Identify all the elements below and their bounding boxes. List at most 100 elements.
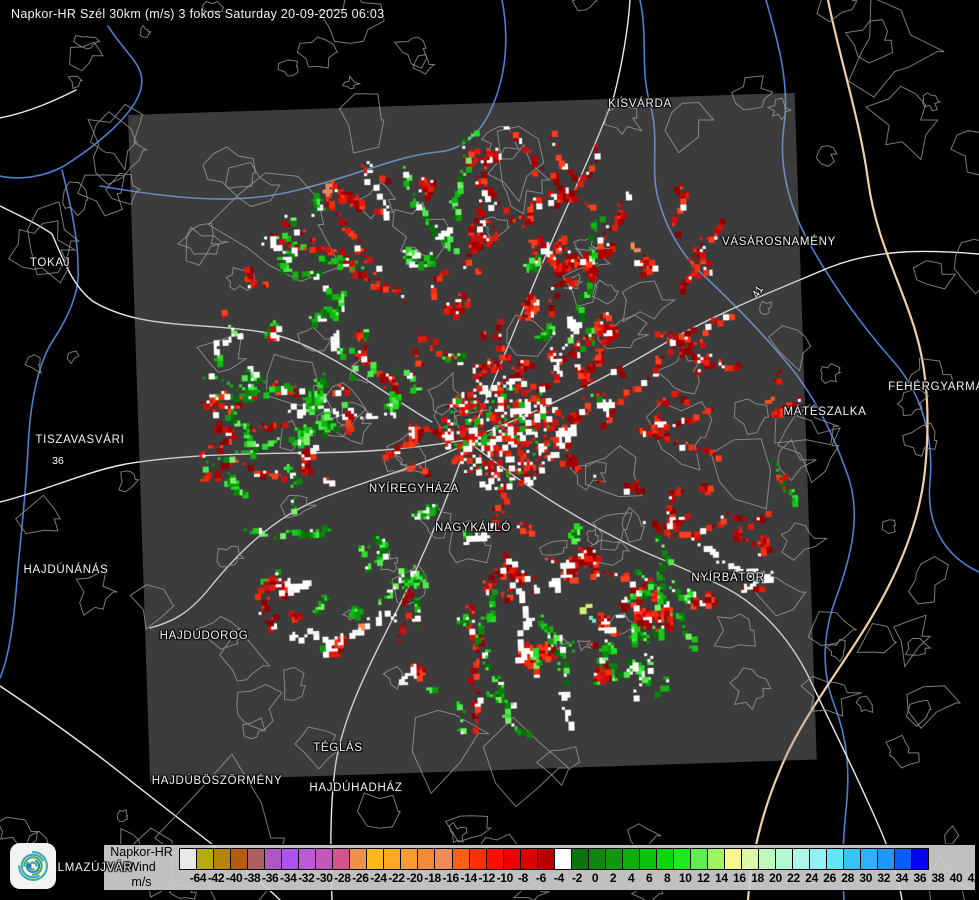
colorbar-tick-label: 34 [895, 871, 908, 885]
colorbar-tick-label: -12 [479, 871, 495, 885]
colorbar-tick-label: 38 [932, 871, 945, 885]
colorbar-swatch [707, 848, 725, 870]
colorbar-swatch [315, 848, 333, 870]
settlement-outline [821, 364, 840, 384]
colorbar-swatch [366, 848, 384, 870]
colorbar-swatch [571, 848, 589, 870]
colorbar-swatch [758, 848, 776, 870]
colorbar-swatch [792, 848, 810, 870]
colorbar-swatch [179, 848, 197, 870]
colorbar-swatch [281, 848, 299, 870]
colorbar-tick-label: 42 [968, 871, 979, 885]
legend-panel: Napkor-HRWindm/s -64-42-40-38-36-34-32-3… [103, 844, 976, 891]
settlement-outline [358, 793, 401, 828]
spiral-center-dot [27, 864, 31, 868]
colorbar-tick-label: -36 [262, 871, 278, 885]
settlement-outline [923, 93, 941, 111]
colorbar-swatch [843, 848, 861, 870]
colorbar-tick-label: -30 [316, 871, 332, 885]
colorbar-tick-label: 16 [733, 871, 746, 885]
colorbar-swatch [588, 848, 606, 870]
colorbar-swatch [196, 848, 214, 870]
colorbar-tick-label: 12 [697, 871, 710, 885]
settlement-outline [846, 20, 893, 63]
colorbar-swatch [826, 848, 844, 870]
settlement-outline [909, 557, 949, 604]
colorbar-tick-label: -4 [554, 871, 564, 885]
colorbar-tick-label: -64 [190, 871, 206, 885]
legend-title-line: Napkor-HR [110, 845, 173, 860]
settlement-outline [68, 76, 82, 88]
colorbar-swatch [400, 848, 418, 870]
settlement-outline [856, 696, 873, 712]
settlement-outline [297, 37, 337, 68]
settlement-outline [894, 615, 931, 666]
colorbar-tick-label: 18 [751, 871, 764, 885]
legend-title-line: Wind [127, 860, 155, 875]
colorbar-tick-label: -28 [334, 871, 350, 885]
colorbar-swatch [434, 848, 452, 870]
colorbar-tick-label: 14 [715, 871, 728, 885]
spiral-ring [18, 851, 49, 882]
colorbar-swatch [605, 848, 623, 870]
colorbar-swatch [417, 848, 435, 870]
settlement-outline [78, 175, 125, 216]
colorbar-swatch [469, 848, 487, 870]
settlement-outline [76, 569, 117, 615]
settlement-outline [907, 358, 955, 390]
colorbar-tick-label: 26 [823, 871, 836, 885]
colorbar-swatch [741, 848, 759, 870]
colorbar-swatch [877, 848, 895, 870]
settlement-outline [343, 76, 361, 88]
colorbar-swatch [383, 848, 401, 870]
colorbar-swatch [537, 848, 555, 870]
colorbar-swatch [298, 848, 316, 870]
colorbar [179, 848, 974, 870]
colorbar-tick-label: 4 [628, 871, 634, 885]
colorbar-tick-label: -22 [388, 871, 404, 885]
colorbar-tick-label: 2 [610, 871, 616, 885]
settlement-outline [882, 520, 895, 534]
settlement-outline [816, 146, 836, 167]
settlement-outline [70, 42, 104, 71]
colorbar-swatch [230, 848, 248, 870]
settlement-outline [907, 686, 960, 728]
colorbar-tick-label: -42 [208, 871, 224, 885]
colorbar-swatch [554, 848, 572, 870]
settlement-outline [67, 351, 79, 363]
weather-service-logo [10, 843, 56, 889]
colorbar-tick-label: 28 [841, 871, 854, 885]
colorbar-tick-label: -20 [406, 871, 422, 885]
colorbar-swatch [894, 848, 912, 870]
colorbar-swatch [520, 848, 538, 870]
colorbar-tick-label: 20 [769, 871, 782, 885]
settlement-outline [954, 239, 979, 293]
colorbar-tick-label: -32 [298, 871, 314, 885]
colorbar-tick-label: 0 [592, 871, 598, 885]
colorbar-swatch [213, 848, 231, 870]
colorbar-tick-label: -6 [536, 871, 546, 885]
colorbar-swatch [690, 848, 708, 870]
settlement-outline [446, 816, 491, 842]
colorbar-tick-label: -10 [497, 871, 513, 885]
river-line [0, 170, 78, 678]
settlement-outline [119, 471, 139, 492]
colorbar-tick-label: -38 [244, 871, 260, 885]
settlement-outline [63, 182, 88, 216]
colorbar-swatch [503, 848, 521, 870]
colorbar-swatch [809, 848, 827, 870]
colorbar-swatch [332, 848, 350, 870]
spiral-icon [13, 846, 53, 886]
colorbar-swatch [724, 848, 742, 870]
settlement-outline [951, 131, 979, 176]
settlement-outline [278, 60, 298, 76]
settlement-outline [914, 261, 956, 289]
settlement-outline [25, 355, 41, 373]
colorbar-tick-label: -8 [518, 871, 528, 885]
colorbar-swatch [452, 848, 470, 870]
colorbar-tick-label: 10 [679, 871, 692, 885]
colorbar-tick-label: -16 [442, 871, 458, 885]
settlement-outline [572, 0, 597, 11]
map-title: Napkor-HR Szél 30km (m/s) 3 fokos Saturd… [11, 7, 384, 21]
settlement-outline [117, 810, 127, 822]
